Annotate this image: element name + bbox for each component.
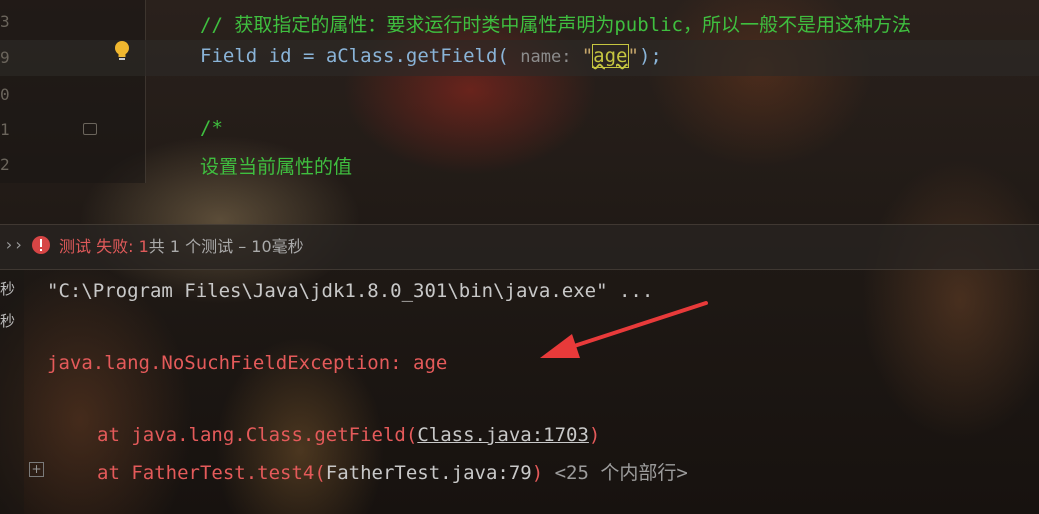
annotation-arrow-icon (540, 301, 708, 358)
